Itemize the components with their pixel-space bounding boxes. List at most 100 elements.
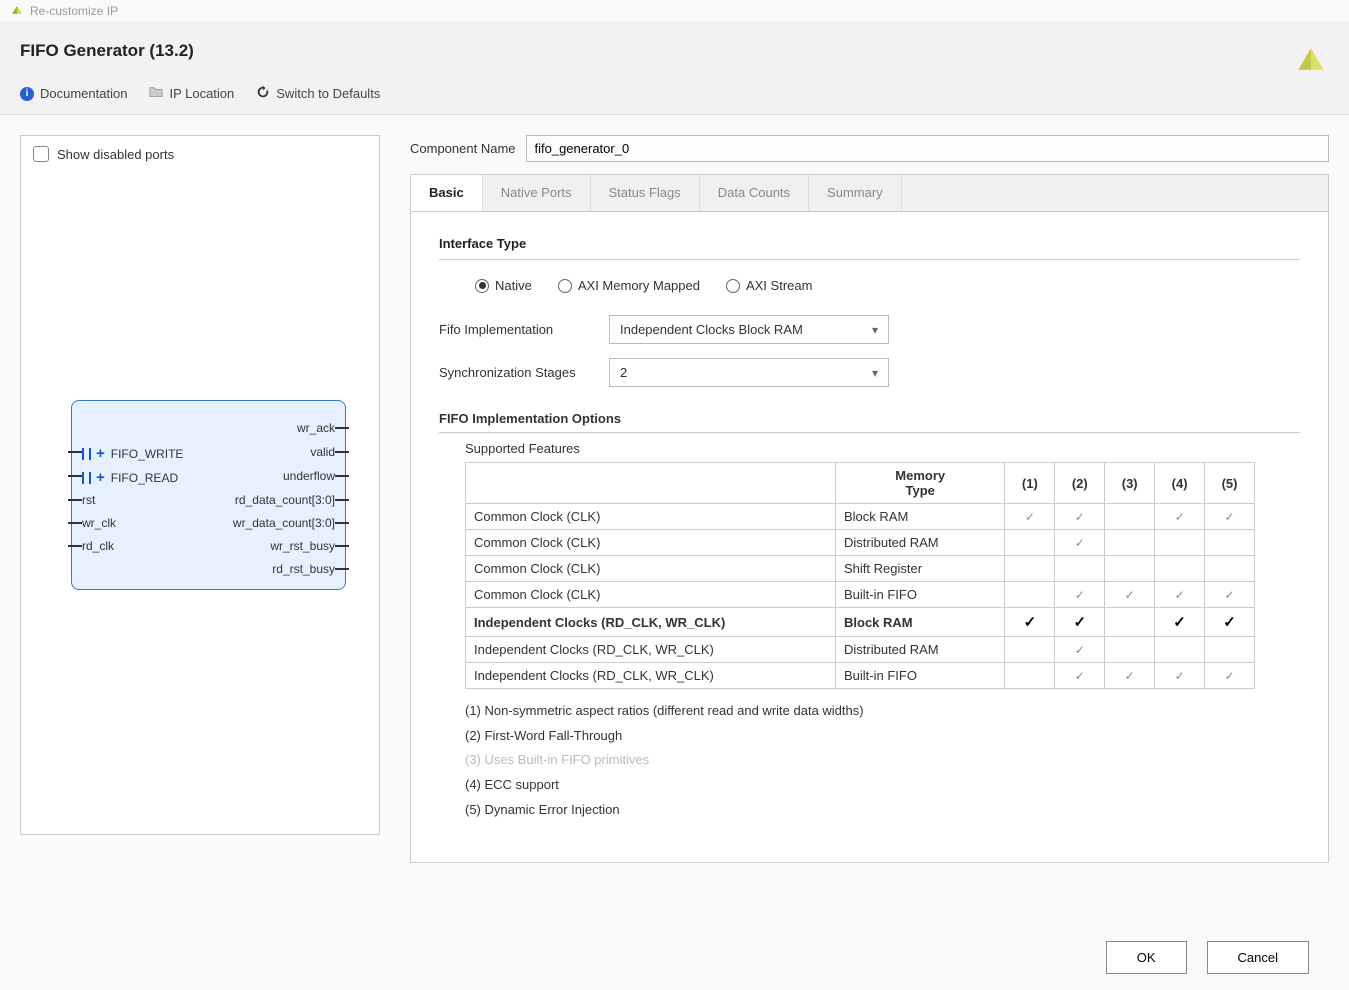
cell-c3 (1105, 608, 1155, 637)
table-row[interactable]: Common Clock (CLK)Built-in FIFO✓✓✓✓ (466, 582, 1255, 608)
cell-c4 (1155, 637, 1205, 663)
port-rd-clk: rd_clk (82, 539, 114, 553)
table-row[interactable]: Common Clock (CLK)Block RAM✓✓✓✓ (466, 504, 1255, 530)
cell-c3 (1105, 556, 1155, 582)
interface-type-heading: Interface Type (439, 236, 1300, 251)
cell-c4 (1155, 556, 1205, 582)
cell-mem: Built-in FIFO (836, 663, 1005, 689)
port-wr-rst-busy: wr_rst_busy (270, 539, 335, 553)
ok-button[interactable]: OK (1106, 941, 1187, 974)
cell-name: Common Clock (CLK) (466, 556, 836, 582)
col-3: (3) (1105, 463, 1155, 504)
port-underflow: underflow (283, 469, 335, 483)
radio-icon (475, 279, 489, 293)
table-row[interactable]: Common Clock (CLK)Shift Register (466, 556, 1255, 582)
show-disabled-ports-checkbox[interactable]: Show disabled ports (33, 146, 367, 162)
cell-c5 (1205, 530, 1255, 556)
radio-native[interactable]: Native (475, 278, 532, 293)
ip-block-diagram: + FIFO_WRITE + FIFO_READ rst wr_clk rd_c… (71, 400, 346, 590)
cell-c4: ✓ (1155, 582, 1205, 608)
plus-icon: + (96, 469, 105, 486)
cell-c5 (1205, 556, 1255, 582)
radio-axi-stream[interactable]: AXI Stream (726, 278, 812, 293)
port-wr-clk: wr_clk (82, 516, 116, 530)
cell-mem: Distributed RAM (836, 530, 1005, 556)
col-4: (4) (1155, 463, 1205, 504)
cell-c1: ✓ (1005, 608, 1055, 637)
titlebar: Re-customize IP (0, 0, 1349, 23)
cell-mem: Block RAM (836, 608, 1005, 637)
tab-status-flags[interactable]: Status Flags (591, 175, 700, 211)
chevron-down-icon: ▾ (872, 366, 878, 380)
cell-c3: ✓ (1105, 582, 1155, 608)
sync-stages-label: Synchronization Stages (439, 365, 589, 380)
fifo-impl-select[interactable]: Independent Clocks Block RAM ▾ (609, 315, 889, 344)
legend-5: (5) Dynamic Error Injection (465, 798, 1300, 823)
radio-axi-mm[interactable]: AXI Memory Mapped (558, 278, 700, 293)
cell-mem: Shift Register (836, 556, 1005, 582)
cell-c4: ✓ (1155, 608, 1205, 637)
cell-c5: ✓ (1205, 504, 1255, 530)
cell-name: Independent Clocks (RD_CLK, WR_CLK) (466, 608, 836, 637)
tab-summary[interactable]: Summary (809, 175, 902, 211)
cell-c2: ✓ (1055, 582, 1105, 608)
cell-c3: ✓ (1105, 663, 1155, 689)
cell-c4: ✓ (1155, 504, 1205, 530)
cell-c5: ✓ (1205, 582, 1255, 608)
documentation-label: Documentation (40, 86, 127, 101)
cell-c4: ✓ (1155, 663, 1205, 689)
col-5: (5) (1205, 463, 1255, 504)
switch-defaults-link[interactable]: Switch to Defaults (256, 85, 380, 102)
window-title: Re-customize IP (30, 4, 118, 18)
supported-features-label: Supported Features (465, 441, 1300, 456)
app-logo-icon (10, 4, 24, 18)
cell-c2: ✓ (1055, 530, 1105, 556)
cancel-button[interactable]: Cancel (1207, 941, 1309, 974)
port-fifo-write: + FIFO_WRITE (82, 445, 183, 462)
checkbox-icon (33, 146, 49, 162)
radio-icon (558, 279, 572, 293)
cell-c5: ✓ (1205, 663, 1255, 689)
sync-stages-select[interactable]: 2 ▾ (609, 358, 889, 387)
cell-c3 (1105, 637, 1155, 663)
fifo-impl-label: Fifo Implementation (439, 322, 589, 337)
tab-data-counts[interactable]: Data Counts (700, 175, 809, 211)
table-row[interactable]: Independent Clocks (RD_CLK, WR_CLK)Built… (466, 663, 1255, 689)
config-panel: Component Name BasicNative PortsStatus F… (410, 135, 1329, 863)
table-row[interactable]: Independent Clocks (RD_CLK, WR_CLK)Distr… (466, 637, 1255, 663)
table-row[interactable]: Common Clock (CLK)Distributed RAM✓ (466, 530, 1255, 556)
show-disabled-ports-label: Show disabled ports (57, 147, 174, 162)
component-name-input[interactable] (526, 135, 1330, 162)
table-row[interactable]: Independent Clocks (RD_CLK, WR_CLK)Block… (466, 608, 1255, 637)
col-1: (1) (1005, 463, 1055, 504)
cell-c1 (1005, 530, 1055, 556)
folder-icon (149, 85, 163, 102)
cell-name: Independent Clocks (RD_CLK, WR_CLK) (466, 637, 836, 663)
documentation-link[interactable]: i Documentation (20, 86, 127, 101)
cell-c5 (1205, 637, 1255, 663)
cell-c1 (1005, 556, 1055, 582)
cell-c1 (1005, 663, 1055, 689)
cell-c1 (1005, 637, 1055, 663)
legend-1: (1) Non-symmetric aspect ratios (differe… (465, 699, 1300, 724)
port-rst: rst (82, 493, 95, 507)
fifo-options-heading: FIFO Implementation Options (439, 411, 1300, 433)
port-wr-ack: wr_ack (297, 421, 335, 435)
tab-native-ports[interactable]: Native Ports (483, 175, 591, 211)
cell-c3 (1105, 504, 1155, 530)
dialog-footer: OK Cancel (0, 925, 1349, 990)
tab-bar: BasicNative PortsStatus FlagsData Counts… (410, 174, 1329, 211)
radio-icon (726, 279, 740, 293)
legend-2: (2) First-Word Fall-Through (465, 724, 1300, 749)
cell-c5: ✓ (1205, 608, 1255, 637)
port-rd-data-count: rd_data_count[3:0] (235, 493, 335, 507)
header: FIFO Generator (13.2) i Documentation IP… (0, 23, 1349, 115)
cell-c4 (1155, 530, 1205, 556)
cell-mem: Built-in FIFO (836, 582, 1005, 608)
ip-location-link[interactable]: IP Location (149, 85, 234, 102)
port-fifo-read: + FIFO_READ (82, 469, 178, 486)
cell-c2: ✓ (1055, 608, 1105, 637)
content: Show disabled ports + FIFO_WRITE + FIFO_… (0, 115, 1349, 883)
port-wr-data-count: wr_data_count[3:0] (233, 516, 335, 530)
tab-basic[interactable]: Basic (411, 175, 483, 212)
